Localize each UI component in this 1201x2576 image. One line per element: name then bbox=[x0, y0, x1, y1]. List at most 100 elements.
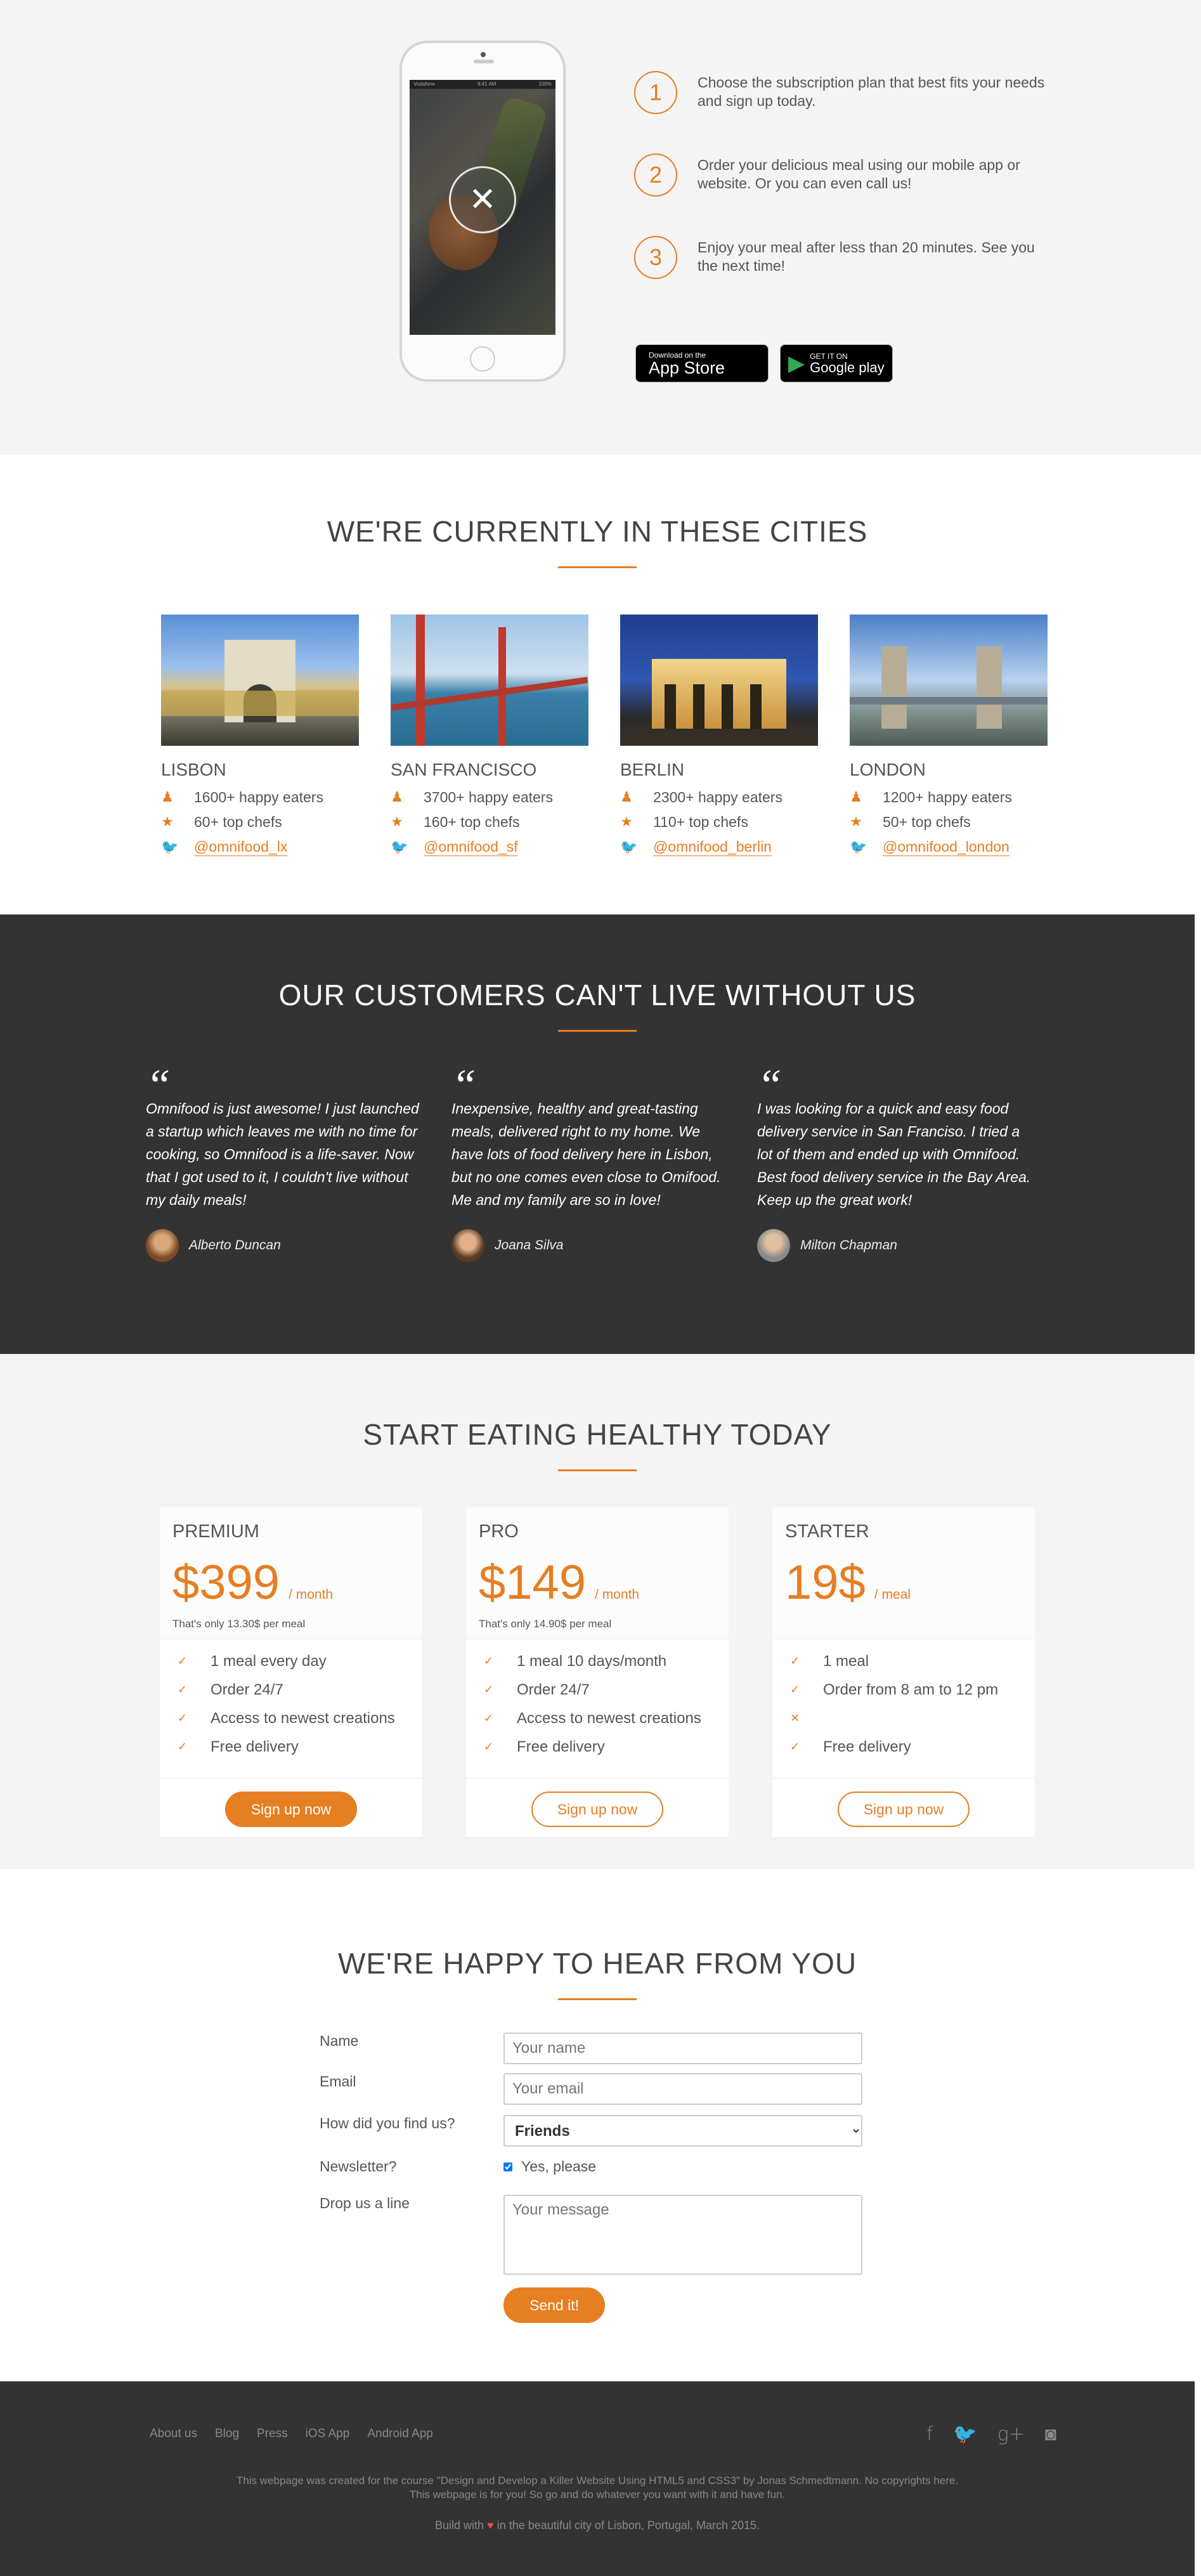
twitter-link[interactable]: @omnifood_berlin bbox=[653, 838, 772, 856]
sign-up-button[interactable]: Sign up now bbox=[531, 1792, 663, 1827]
city-name: BERLIN bbox=[620, 760, 685, 779]
feature-item: ✓ 1 meal 10 days/month bbox=[484, 1652, 667, 1670]
step-number: 2 bbox=[634, 153, 677, 197]
section-title: WE'RE CURRENTLY IN THESE CITIES bbox=[327, 515, 868, 548]
send-button[interactable]: Send it! bbox=[503, 2287, 605, 2323]
check-icon: ✓ bbox=[790, 1655, 800, 1668]
feature-item: ✓ Access to newest creations bbox=[178, 1709, 395, 1727]
check-icon: ✓ bbox=[178, 1683, 188, 1696]
plan-pro: PRO $149 / month That's only 14.90$ per m… bbox=[466, 1507, 729, 1837]
feature-item: ✓ Order 24/7 bbox=[484, 1681, 590, 1698]
testimonial: “ Inexpensive, healthy and great-tasting… bbox=[451, 1061, 732, 1262]
email-row: Email bbox=[320, 2073, 865, 2105]
instagram-icon[interactable]: ◙ bbox=[1045, 2423, 1056, 2445]
name-label: Name bbox=[320, 2033, 359, 2049]
play-icon: ▶ bbox=[788, 351, 805, 376]
city-name: LONDON bbox=[850, 760, 926, 779]
star-icon: ★ bbox=[850, 814, 862, 830]
testimonials-section: OUR CUSTOMERS CAN'T LIVE WITHOUT US “ Om… bbox=[0, 914, 1195, 1354]
name-input[interactable] bbox=[503, 2033, 862, 2064]
sign-up-button[interactable]: Sign up now bbox=[838, 1792, 970, 1827]
contact-section: WE'RE HAPPY TO HEAR FROM YOU Name Email … bbox=[0, 1869, 1195, 2381]
footer-link-android[interactable]: Android App bbox=[367, 2427, 433, 2441]
carrier-label: Vodafone bbox=[413, 81, 435, 87]
twitter-link[interactable]: @omnifood_lx bbox=[194, 838, 288, 856]
twitter-link[interactable]: @omnifood_london bbox=[883, 838, 1009, 856]
city-photo bbox=[620, 615, 818, 746]
chefs-count: 160+ top chefs bbox=[424, 814, 520, 830]
check-icon: ✓ bbox=[178, 1655, 188, 1668]
twitter-icon: 🐦 bbox=[620, 839, 638, 855]
newsletter-option: Yes, please bbox=[521, 2158, 597, 2175]
twitter-icon[interactable]: 🐦 bbox=[953, 2423, 977, 2445]
step-text: Enjoy your meal after less than 20 minut… bbox=[698, 239, 1035, 274]
plan-period: / meal bbox=[874, 1587, 911, 1602]
city-name: LISBON bbox=[161, 760, 226, 779]
facebook-icon[interactable]: f bbox=[926, 2423, 933, 2445]
newsletter-row: Newsletter? Yes, please bbox=[320, 2158, 865, 2175]
step-3: 3 Enjoy your meal after less than 20 min… bbox=[634, 236, 1053, 279]
footer-link-about[interactable]: About us bbox=[150, 2427, 197, 2441]
home-button bbox=[470, 346, 495, 372]
star-icon: ★ bbox=[391, 814, 403, 830]
message-textarea[interactable] bbox=[503, 2195, 862, 2275]
quote-icon: “ bbox=[146, 1061, 171, 1110]
feature-item: ✓ 1 meal bbox=[790, 1652, 869, 1670]
title-underline bbox=[558, 1469, 637, 1471]
newsletter-label: Newsletter? bbox=[320, 2158, 397, 2175]
check-icon: ✓ bbox=[484, 1740, 494, 1753]
quote-icon: “ bbox=[757, 1061, 782, 1110]
footer: About us Blog Press iOS App Android App … bbox=[0, 2381, 1195, 2576]
eaters-count: 3700+ happy eaters bbox=[424, 789, 553, 805]
footer-link-ios[interactable]: iOS App bbox=[306, 2427, 350, 2441]
eaters-count: 1200+ happy eaters bbox=[883, 789, 1012, 805]
plan-note: That's only 13.30$ per meal bbox=[172, 1618, 306, 1630]
testimonial-text: I was looking for a quick and easy food … bbox=[757, 1100, 1031, 1208]
feature-item: ✕ bbox=[790, 1704, 1017, 1733]
person-icon: ♟ bbox=[620, 790, 633, 805]
twitter-icon: 🐦 bbox=[850, 839, 867, 855]
sign-up-button[interactable]: Sign up now bbox=[225, 1792, 357, 1827]
time-label: 9:41 AM bbox=[477, 81, 497, 87]
message-row: Drop us a line bbox=[320, 2195, 865, 2275]
build-text: Build with ♥ in the beautiful city of Li… bbox=[434, 2519, 760, 2532]
footer-link-blog[interactable]: Blog bbox=[215, 2427, 239, 2441]
check-icon: ✓ bbox=[484, 1683, 494, 1696]
feature-item: ✓ Access to newest creations bbox=[484, 1709, 701, 1727]
email-input[interactable] bbox=[503, 2073, 862, 2105]
city-photo bbox=[850, 615, 1048, 746]
social-links: f 🐦 g+ ◙ bbox=[926, 2423, 1056, 2445]
find-us-select[interactable]: Friends bbox=[503, 2115, 862, 2147]
twitter-link[interactable]: @omnifood_sf bbox=[424, 838, 518, 856]
section-title: START EATING HEALTHY TODAY bbox=[363, 1418, 832, 1451]
chefs-count: 50+ top chefs bbox=[883, 814, 971, 830]
check-icon: ✓ bbox=[178, 1712, 188, 1725]
footer-link-press[interactable]: Press bbox=[257, 2427, 288, 2441]
plan-price: $149 bbox=[479, 1556, 587, 1610]
plan-name: PREMIUM bbox=[172, 1521, 259, 1542]
phone-screen: Vodafone 9:41 AM 100% ✕ bbox=[410, 80, 555, 335]
newsletter-checkbox[interactable] bbox=[503, 2162, 512, 2171]
person-icon: ♟ bbox=[161, 790, 174, 805]
plan-period: / month bbox=[289, 1587, 334, 1602]
heart-icon: ♥ bbox=[487, 2519, 494, 2532]
feature-item: ✓ Free delivery bbox=[790, 1738, 911, 1755]
star-icon: ★ bbox=[161, 814, 174, 830]
app-store-button[interactable]: Download on the App Store bbox=[635, 344, 769, 382]
feature-item: ✓ Free delivery bbox=[484, 1738, 605, 1755]
google-plus-icon[interactable]: g+ bbox=[997, 2423, 1025, 2445]
title-underline bbox=[558, 566, 637, 568]
chefs-count: 110+ top chefs bbox=[653, 814, 748, 830]
step-2: 2 Order your delicious meal using our mo… bbox=[634, 153, 1053, 197]
feature-item: ✓ Order from 8 am to 12 pm bbox=[790, 1681, 999, 1698]
page: Vodafone 9:41 AM 100% ✕ 1 Choose the sub… bbox=[0, 0, 1201, 2576]
customer-name: Alberto Duncan bbox=[189, 1238, 281, 1252]
status-bar: Vodafone 9:41 AM 100% bbox=[410, 80, 555, 89]
google-play-button[interactable]: ▶ GET IT ON Google play bbox=[780, 344, 893, 382]
check-icon: ✓ bbox=[790, 1683, 800, 1696]
cross-icon: ✕ bbox=[790, 1712, 800, 1725]
check-icon: ✓ bbox=[790, 1740, 800, 1753]
plan-name: PRO bbox=[479, 1521, 519, 1542]
quote-icon: “ bbox=[451, 1061, 476, 1110]
feature-list: ✓ 1 meal ✓ Order from 8 am to 12 pm ✕ ✓ Fre… bbox=[772, 1639, 1035, 1779]
